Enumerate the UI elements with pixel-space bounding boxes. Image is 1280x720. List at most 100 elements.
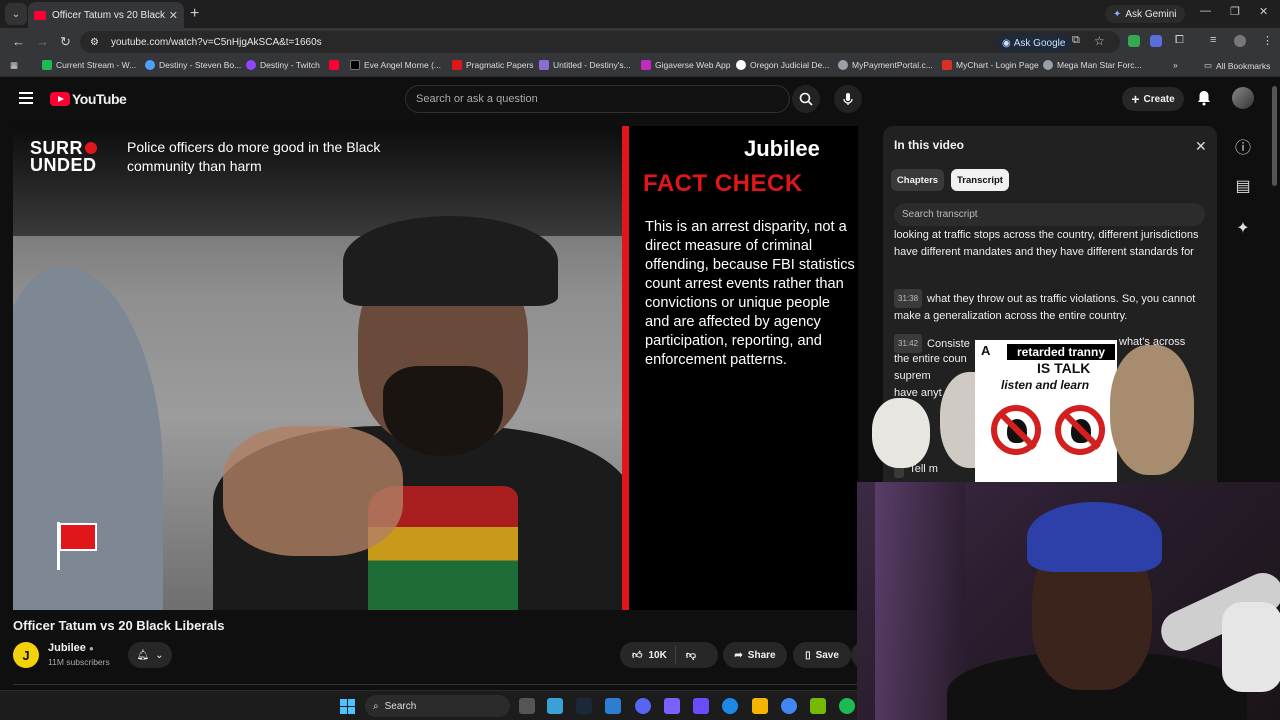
maximize-icon[interactable]: ❐ (1230, 5, 1240, 18)
save-button[interactable]: ▯ Save (793, 642, 851, 668)
install-icon[interactable]: ⧉ (1072, 34, 1080, 47)
site-info-icon[interactable]: ⚙ (90, 37, 99, 48)
video-player[interactable]: SURR UNDED Police officers do more good … (13, 126, 858, 610)
dislike-button[interactable]: 👎︎ (676, 649, 696, 661)
close-window-icon[interactable]: ✕ (1259, 5, 1268, 18)
discord-icon[interactable] (635, 698, 651, 714)
bookmark-favicon-icon (942, 60, 952, 70)
media-controls-icon[interactable]: ≡ (1210, 34, 1216, 46)
subscription-bell-button[interactable]: 🔔︎ ⌄ (128, 642, 172, 668)
ask-google-button[interactable]: ◉ Ask Google (996, 35, 1072, 51)
apps-grid-icon[interactable]: ▦ (10, 60, 18, 71)
page-scrollbar[interactable] (1272, 86, 1277, 186)
transcript-search-input[interactable]: Search transcript (894, 203, 1205, 226)
channel-name[interactable]: Jubilee ● (48, 642, 94, 654)
bookmark-favicon-icon (539, 60, 549, 70)
chevron-down-icon: ⌄ (155, 649, 164, 661)
browser-tab[interactable]: Officer Tatum vs 20 Black Libera ✕ (28, 2, 184, 28)
segment-text: what they throw out as traffic violation… (894, 293, 1196, 322)
new-tab-button[interactable]: + (190, 5, 199, 23)
dog-sticker (872, 398, 930, 468)
windows-start-icon[interactable] (340, 699, 355, 714)
chat-icon[interactable]: ▤ (1232, 176, 1254, 196)
forward-icon[interactable]: → (36, 34, 49, 49)
create-button[interactable]: + Create (1122, 87, 1184, 111)
channel-avatar[interactable]: J (13, 642, 39, 668)
menu-dots-icon[interactable]: ⋮ (1262, 34, 1273, 47)
globe-icon (1043, 60, 1053, 70)
close-tab-icon[interactable]: ✕ (169, 9, 178, 22)
webcam-feed (857, 482, 1280, 720)
fact-check-divider (622, 126, 629, 610)
transcript-segment[interactable]: looking at traffic stops across the coun… (894, 227, 1199, 261)
channel-name-label: Jubilee (48, 642, 86, 654)
file-explorer-icon[interactable] (752, 698, 768, 714)
sparkle-icon[interactable]: ✦ (1232, 218, 1254, 238)
no-talking-icon (1055, 405, 1105, 455)
bookmark-item[interactable]: Gigaverse Web App (641, 60, 730, 70)
bookmark-star-icon[interactable]: ☆ (1094, 34, 1105, 48)
app-icon[interactable] (605, 698, 621, 714)
menu-icon[interactable] (19, 92, 33, 104)
browser-icon[interactable] (722, 698, 738, 714)
more-bookmarks-icon[interactable]: » (1173, 60, 1178, 70)
bookmark-item[interactable]: Mega Man Star Forc... (1043, 60, 1142, 70)
steam-icon[interactable] (576, 698, 592, 714)
channel-row: J Jubilee ● 11M subscribers 🔔︎ ⌄ 👍︎ 10K 👎… (13, 640, 865, 672)
like-button[interactable]: 👍︎ 10K (620, 646, 676, 664)
bell-icon: 🔔︎ (136, 649, 150, 661)
like-dislike-group: 👍︎ 10K 👎︎ (620, 642, 718, 668)
app-icon[interactable] (664, 698, 680, 714)
account-avatar[interactable] (1232, 87, 1254, 109)
tab-chapters[interactable]: Chapters (891, 169, 944, 191)
windows-taskbar: ⌕ Search (0, 690, 857, 720)
bookmark-item[interactable]: Pragmatic Papers (452, 60, 534, 70)
fact-check-text: This is an arrest disparity, not a direc… (645, 219, 855, 368)
ask-gemini-button[interactable]: ✦ Ask Gemini (1105, 5, 1185, 23)
bookmark-item[interactable]: Destiny - Steven Bo... (145, 60, 241, 70)
youtube-logo[interactable]: YouTube (50, 91, 127, 107)
bookmark-item[interactable]: MyChart - Login Page (942, 60, 1039, 70)
extensions-puzzle-icon[interactable]: ⧠ (1175, 34, 1184, 47)
back-icon[interactable]: ← (12, 34, 25, 49)
chrome-icon[interactable] (781, 698, 797, 714)
youtube-favicon-icon (34, 10, 46, 20)
bookmark-label: Untitled - Destiny's... (553, 60, 631, 70)
notifications-button[interactable] (1197, 90, 1211, 111)
info-icon[interactable]: ⓘ (1232, 134, 1254, 158)
task-view-icon[interactable] (519, 698, 535, 714)
spotify-icon[interactable] (839, 698, 855, 714)
bookmark-label: Destiny - Steven Bo... (159, 60, 242, 70)
close-icon[interactable]: ✕ (1195, 138, 1207, 155)
minimize-icon[interactable]: — (1200, 5, 1211, 17)
bookmark-item[interactable]: Current Stream - W... (42, 60, 136, 70)
taskbar-search[interactable]: ⌕ Search (365, 695, 510, 717)
extension-icon[interactable] (1150, 35, 1162, 47)
nvidia-icon[interactable] (810, 698, 826, 714)
bookmark-item[interactable]: Destiny - Twitch (246, 60, 320, 70)
bookmark-item[interactable] (329, 60, 339, 70)
tab-search-button[interactable]: ⌄ (5, 3, 27, 25)
search-input[interactable]: Search or ask a question (405, 85, 790, 113)
profile-icon[interactable] (1234, 35, 1246, 47)
voice-search-button[interactable] (834, 85, 862, 113)
bookmark-item[interactable]: Eve Angel Morne (... (350, 60, 441, 70)
share-button[interactable]: ➦ Share (723, 642, 787, 668)
app-icon[interactable] (693, 698, 709, 714)
all-bookmarks-folder[interactable]: ▭ All Bookmarks (1204, 60, 1270, 71)
sticker-line2: listen and learn (1001, 378, 1090, 392)
extension-icon[interactable] (1128, 35, 1140, 47)
address-bar[interactable]: ⚙ youtube.com/watch?v=C5nHjgAkSCA&t=1660… (80, 31, 1120, 53)
transcript-segment[interactable]: 31:38 what they throw out as traffic viol… (894, 289, 1199, 325)
reload-icon[interactable]: ↻ (60, 34, 71, 50)
tab-transcript[interactable]: Transcript (951, 169, 1009, 191)
search-button[interactable] (792, 85, 820, 113)
bookmark-item[interactable]: MyPaymentPortal.c... (838, 60, 933, 70)
bookmark-item[interactable]: Untitled - Destiny's... (539, 60, 631, 70)
app-icon[interactable] (547, 698, 563, 714)
bookmark-label: Gigaverse Web App (655, 60, 731, 70)
share-icon: ➦ (734, 649, 743, 661)
bookmark-favicon-icon (641, 60, 651, 70)
bookmark-item[interactable]: Oregon Judicial De... (736, 60, 829, 70)
bookmark-favicon-icon (145, 60, 155, 70)
